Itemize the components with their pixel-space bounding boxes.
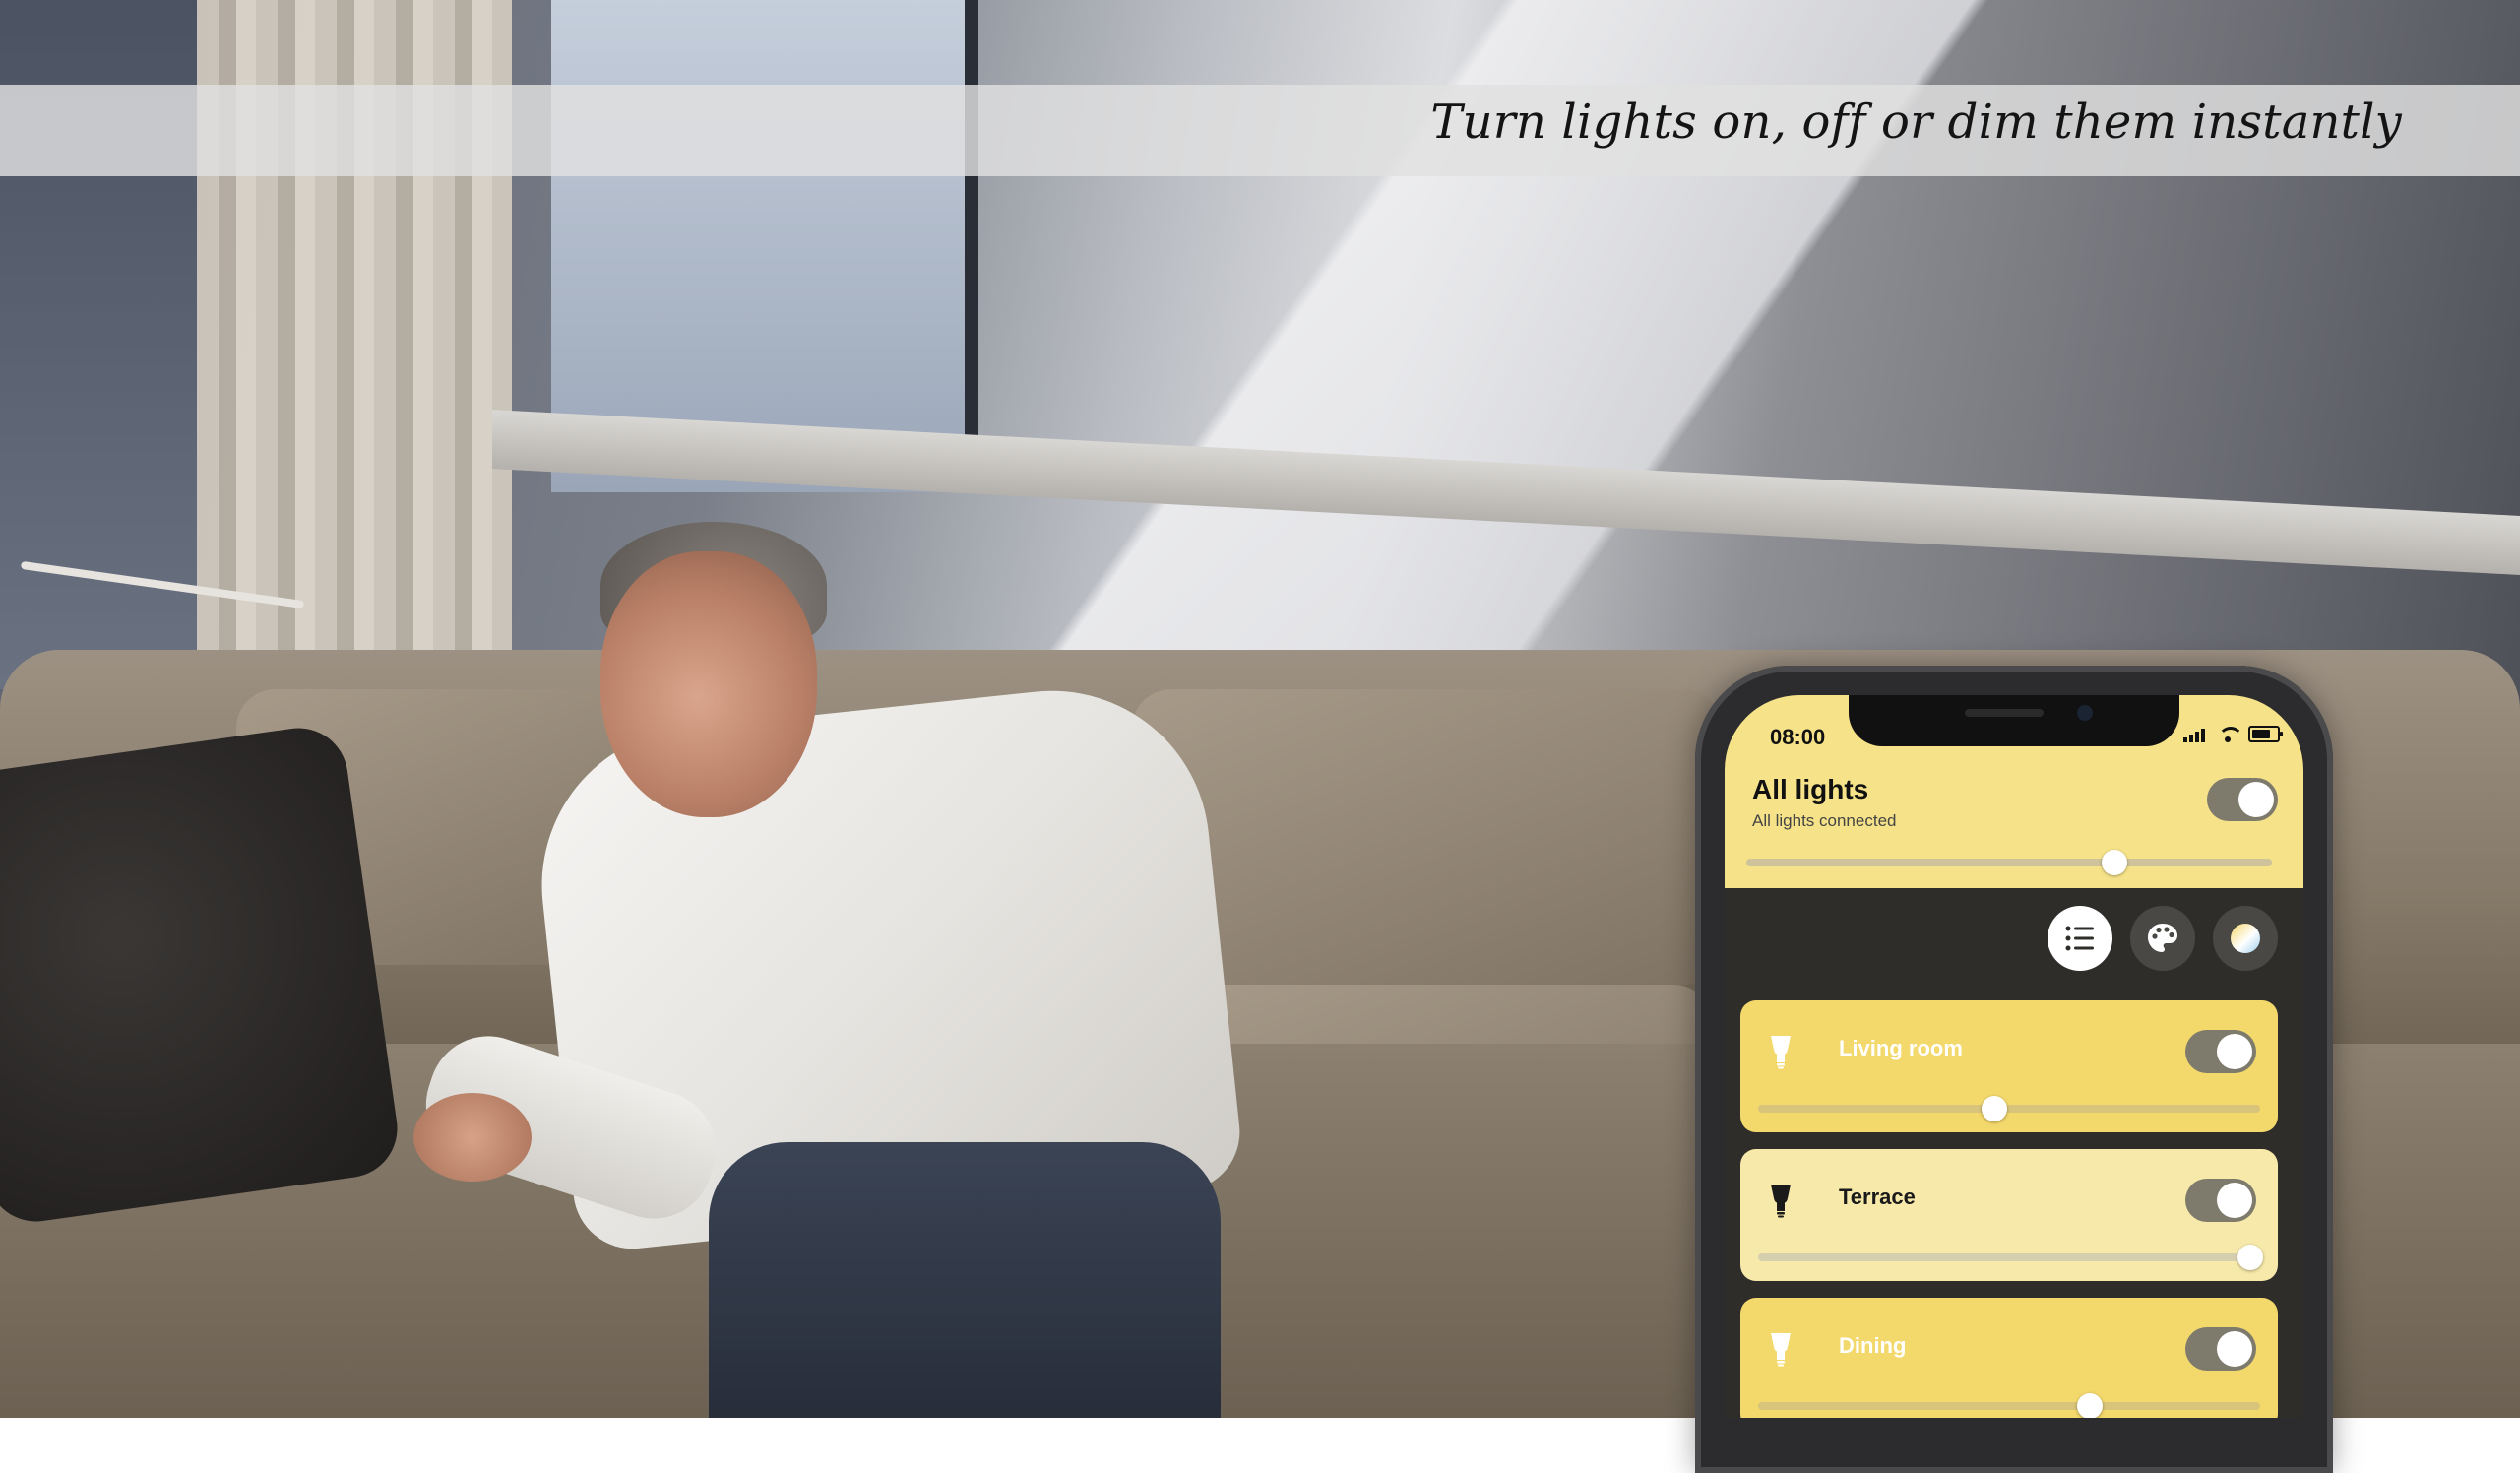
room-toggle[interactable] [2185, 1030, 2256, 1073]
battery-icon [2248, 726, 2283, 742]
man-head [600, 551, 817, 817]
room-name: Terrace [1839, 1185, 1916, 1209]
man-hand [413, 1093, 532, 1182]
room-brightness-slider[interactable] [1758, 1245, 2263, 1270]
phone-notch [1849, 695, 2179, 746]
sofa-cushion [1132, 689, 1723, 985]
all-lights-brightness-slider[interactable] [1746, 850, 2272, 875]
toggle-knob [2217, 1331, 2252, 1367]
room-card[interactable]: Dining [1740, 1298, 2278, 1418]
bulb-icon [1771, 1036, 1791, 1069]
list-view-icon [2065, 926, 2094, 951]
room-name: Living room [1839, 1036, 1963, 1060]
slider-thumb[interactable] [2236, 1245, 2263, 1270]
wifi-icon [2217, 727, 2243, 742]
room-brightness-slider[interactable] [1758, 1096, 2260, 1121]
all-lights-title: All lights [1752, 774, 1869, 804]
room-toggle[interactable] [2185, 1327, 2256, 1371]
room-toggle[interactable] [2185, 1179, 2256, 1222]
bulb-icon [1771, 1333, 1791, 1367]
color-scene-button[interactable] [2213, 906, 2278, 971]
all-lights-subtitle: All lights connected [1752, 811, 1897, 830]
slider-thumb[interactable] [2076, 1393, 2103, 1418]
camera [2077, 705, 2093, 721]
room-card[interactable]: Living room [1740, 1000, 2278, 1132]
toggle-knob [2217, 1034, 2252, 1069]
phone-screen: 08:00 All lights All lights connected Li… [1725, 695, 2303, 1418]
toggle-knob [2217, 1183, 2252, 1218]
speaker [1965, 709, 2044, 717]
man-jeans [709, 1142, 1221, 1418]
palette-button[interactable] [2130, 906, 2195, 971]
toggle-knob [2238, 782, 2274, 817]
list-view-button[interactable] [2048, 906, 2112, 971]
color-scene-icon [2231, 924, 2260, 953]
bulb-icon [1771, 1185, 1791, 1218]
room-name: Dining [1839, 1333, 1907, 1358]
palette-icon [2148, 924, 2177, 952]
status-icons [2183, 725, 2283, 742]
slider-thumb[interactable] [2101, 850, 2127, 875]
slider-thumb[interactable] [1981, 1096, 2007, 1121]
signal-icon [2183, 725, 2207, 742]
dark-pillow [0, 722, 404, 1228]
room-card[interactable]: Terrace [1740, 1149, 2278, 1281]
room-brightness-slider[interactable] [1758, 1393, 2260, 1418]
status-time: 08:00 [1770, 725, 1826, 749]
all-lights-toggle[interactable] [2207, 778, 2278, 821]
headline: Turn lights on, off or dim them instantl… [1430, 95, 2402, 150]
